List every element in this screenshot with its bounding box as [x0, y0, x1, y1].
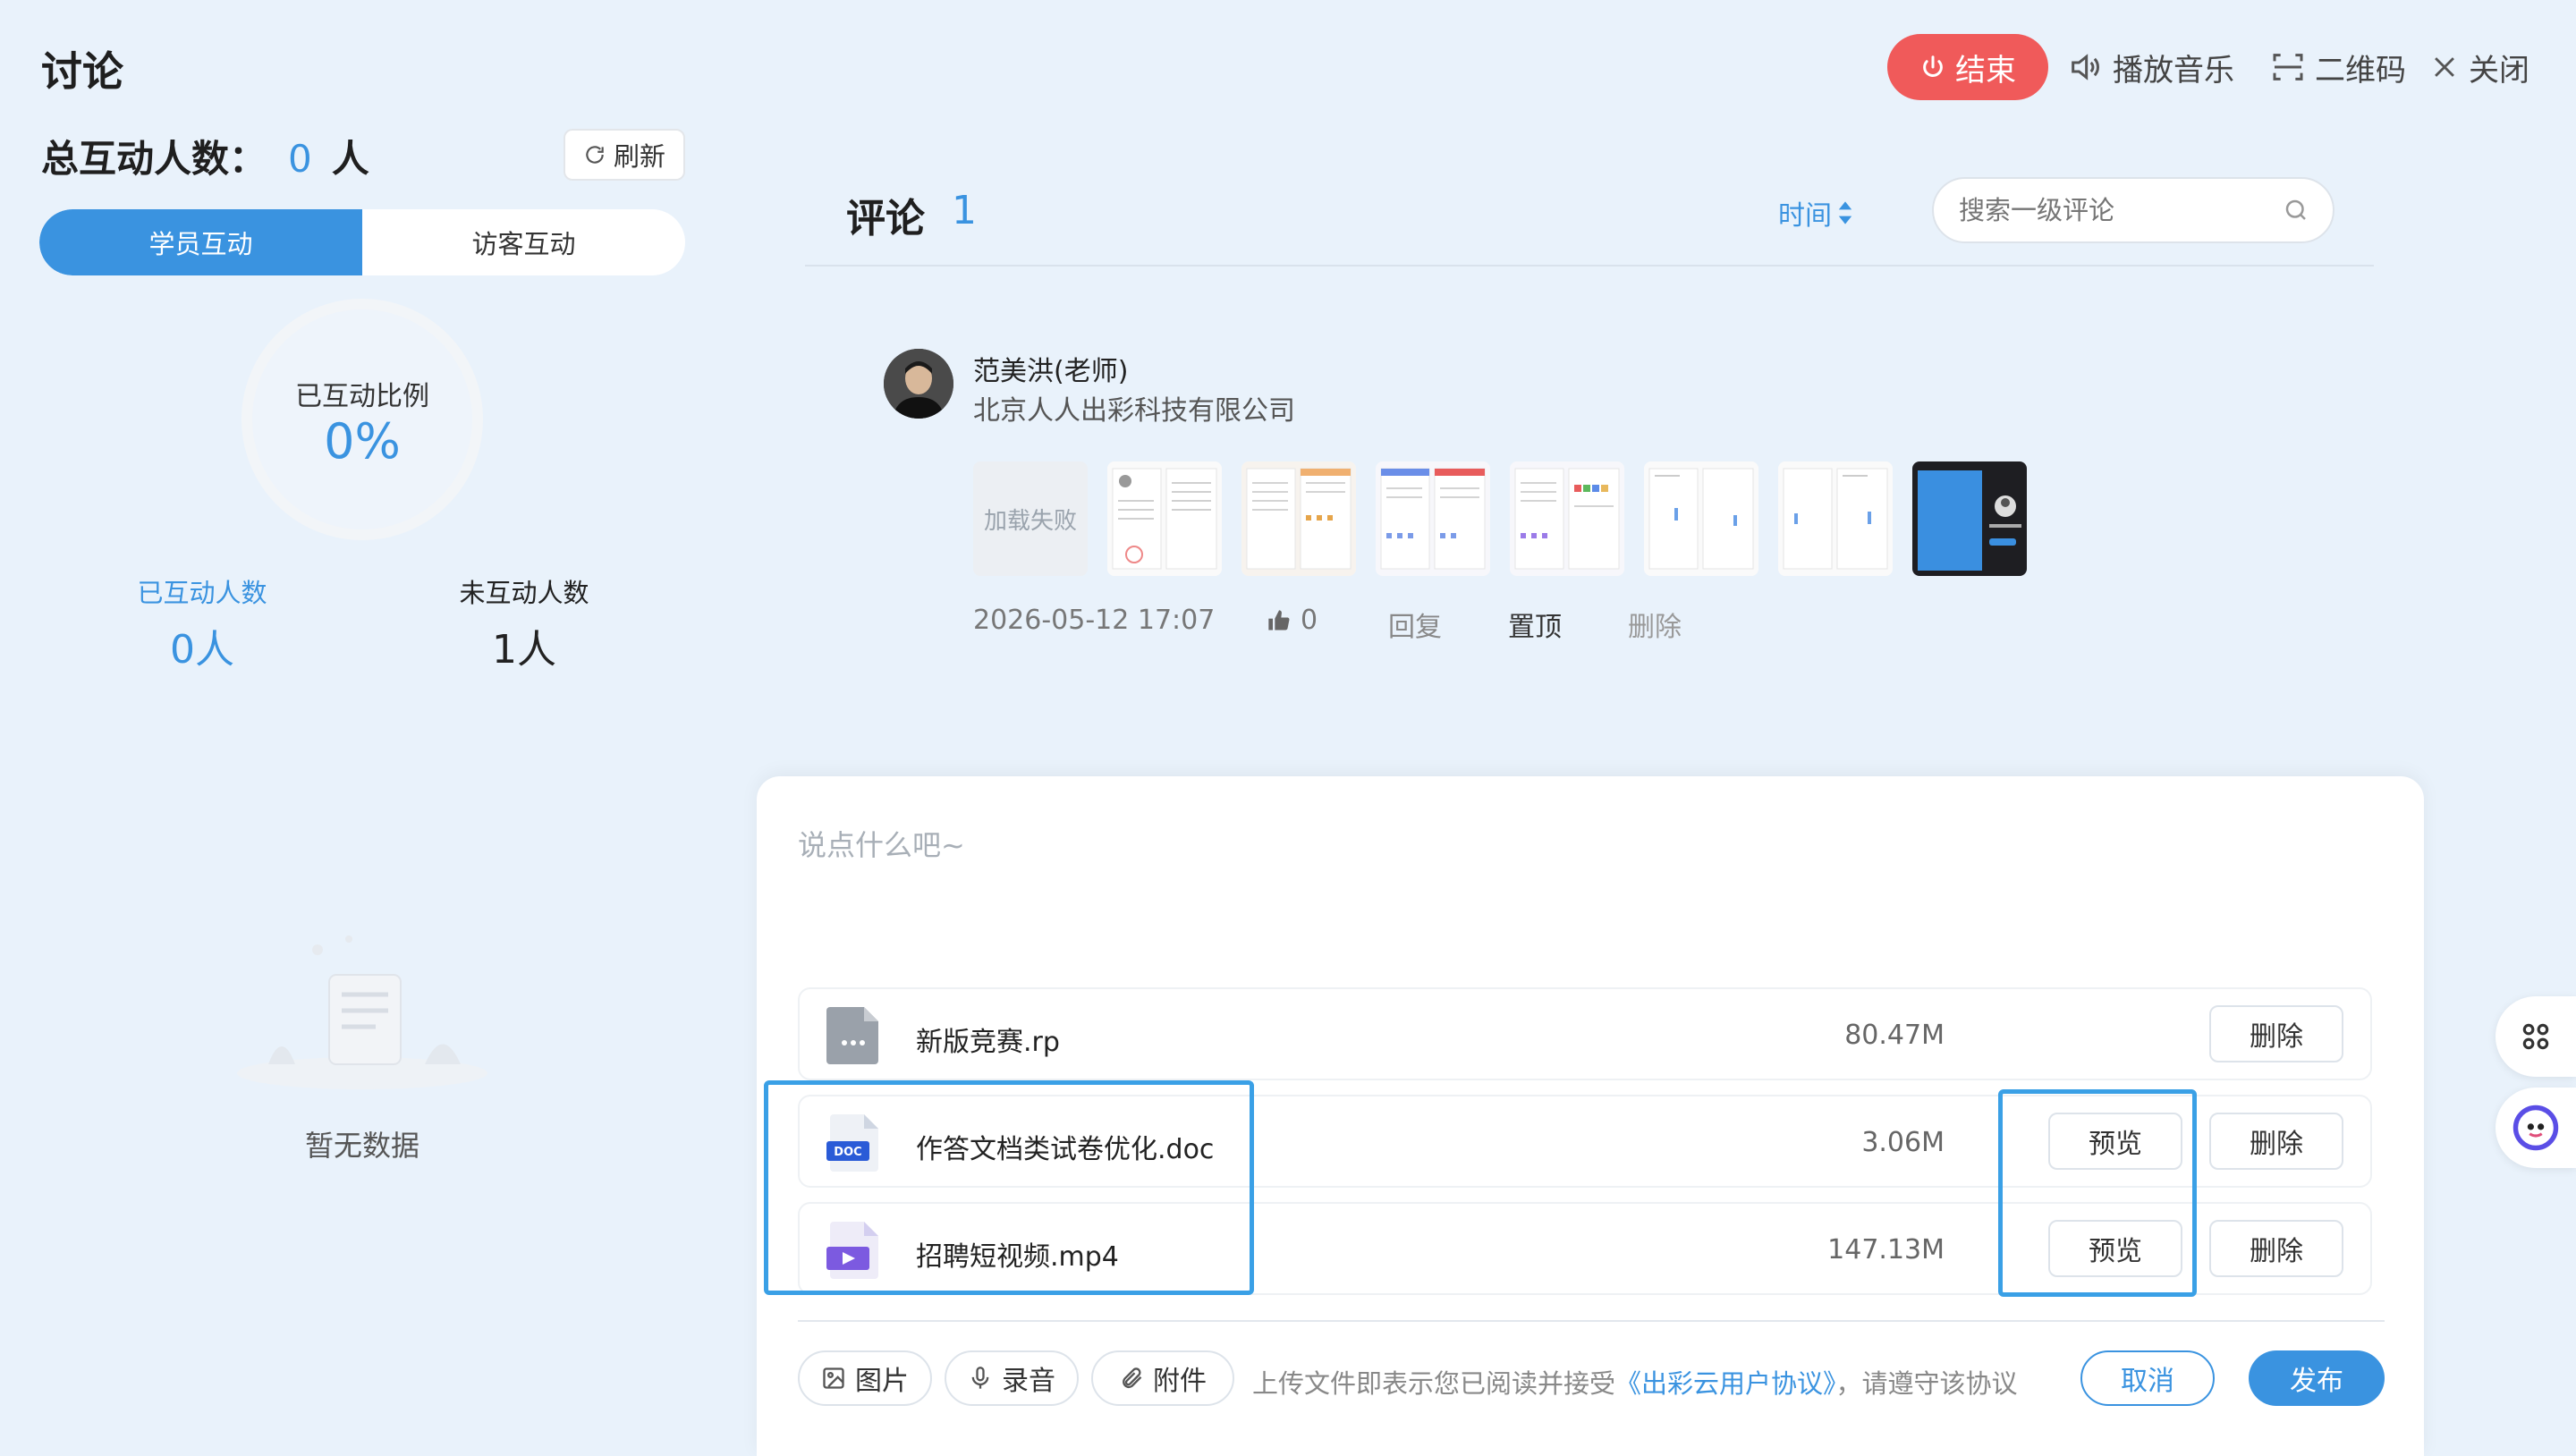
refresh-label: 刷新	[613, 141, 665, 172]
pin-button[interactable]: 置顶	[1508, 605, 1562, 644]
user-agreement-link[interactable]: 《出彩云用户协议》	[1615, 1368, 1836, 1399]
like-button[interactable]: 0	[1267, 605, 1318, 636]
sort-by-time[interactable]: 时间	[1778, 193, 1853, 233]
paperclip-icon	[1123, 1367, 1142, 1389]
comments-title: 评论	[846, 196, 925, 241]
sort-icon	[1838, 201, 1852, 224]
close-button[interactable]: 关闭	[2429, 45, 2529, 89]
delete-attachment-button[interactable]: 删除	[2209, 1005, 2343, 1062]
image-thumbnail[interactable]	[1778, 461, 1893, 576]
record-label: 录音	[1002, 1366, 1055, 1397]
search-input[interactable]	[1957, 194, 2261, 226]
apps-icon	[2522, 1023, 2549, 1050]
microphone-icon	[971, 1367, 989, 1389]
agreement-suffix: ，请遵守该协议	[1835, 1368, 2018, 1399]
refresh-icon	[586, 146, 604, 164]
speaker-icon	[2072, 54, 2099, 80]
end-button[interactable]: 结束	[1887, 34, 2048, 100]
comment-search	[1932, 177, 2334, 243]
image-label: 图片	[855, 1366, 909, 1397]
comment-company: 北京人人出彩科技有限公司	[973, 395, 1295, 427]
play-music-label: 播放音乐	[2113, 52, 2234, 89]
delete-comment-button[interactable]: 删除	[1628, 605, 1682, 644]
rp-file-icon	[826, 1007, 878, 1064]
delete-attachment-button[interactable]: 删除	[2209, 1220, 2343, 1277]
image-icon	[823, 1367, 844, 1389]
ratio-label: 已互动比例	[295, 381, 429, 412]
interacted-value: 0人	[170, 627, 234, 673]
interaction-type-tabs: 学员互动 访客互动	[39, 209, 685, 275]
attach-file-button[interactable]: 附件	[1091, 1350, 1234, 1406]
timestamp-text: 2026-05-12 17:07	[973, 605, 1216, 636]
assistant-bot-icon	[2512, 1105, 2559, 1151]
thumbs-up-icon	[1268, 609, 1290, 630]
empty-data-illustration	[237, 935, 487, 1089]
video-thumbnail[interactable]	[1912, 461, 2027, 576]
ratio-value: 0%	[324, 413, 401, 470]
like-count: 0	[1301, 605, 1318, 636]
empty-data-text: 暂无数据	[304, 1129, 419, 1163]
agreement-prefix: 上传文件即表示您已阅读并接受	[1252, 1368, 1616, 1399]
comment-timestamp: 2026-05-12 17:07	[973, 605, 1215, 636]
total-interactions: 总互动人数： 0 人	[41, 129, 369, 183]
end-label: 结束	[1955, 52, 2016, 89]
image-thumbnail[interactable]	[1107, 461, 1222, 576]
not-interacted-value: 1人	[492, 627, 556, 673]
total-value: 0	[288, 137, 312, 181]
search-icon[interactable]	[2283, 197, 2309, 224]
power-icon	[1923, 55, 1943, 77]
composer-textarea[interactable]: 说点什么吧~	[798, 823, 965, 864]
page-title: 讨论	[41, 47, 123, 96]
composer-divider	[798, 1320, 2385, 1322]
tab-student-interaction[interactable]: 学员互动	[39, 209, 362, 275]
apps-button[interactable]	[2496, 996, 2576, 1077]
qrcode-button[interactable]: 二维码	[2270, 45, 2406, 89]
delete-attachment-button[interactable]: 删除	[2209, 1113, 2343, 1170]
image-thumbnail[interactable]	[1510, 461, 1624, 576]
record-audio-button[interactable]: 录音	[945, 1350, 1079, 1406]
insert-image-button[interactable]: 图片	[798, 1350, 932, 1406]
not-interacted-label: 未互动人数	[459, 578, 589, 608]
sort-label: 时间	[1778, 200, 1832, 232]
refresh-button[interactable]: 刷新	[564, 129, 685, 181]
close-label: 关闭	[2469, 52, 2529, 89]
attachment-name: 新版竞赛.rp	[916, 1027, 1060, 1058]
highlight-file-names	[764, 1080, 1254, 1295]
avatar	[884, 349, 953, 419]
agreement-notice: 上传文件即表示您已阅读并接受《出彩云用户协议》，请遵守该协议	[1252, 1363, 2018, 1401]
image-thumbnail-failed[interactable]: 加载失败	[973, 461, 1088, 576]
total-unit: 人	[331, 137, 369, 181]
comment-author: 范美洪(老师)	[973, 356, 1129, 387]
image-thumbnail[interactable]	[1241, 461, 1356, 576]
reply-button[interactable]: 回复	[1388, 605, 1442, 644]
image-thumbnail[interactable]	[1644, 461, 1758, 576]
comments-count: 1	[952, 188, 977, 233]
image-thumbnail[interactable]	[1376, 461, 1490, 576]
scan-icon	[2273, 54, 2303, 80]
tab-visitor-interaction[interactable]: 访客互动	[362, 209, 685, 275]
qrcode-label: 二维码	[2315, 52, 2406, 89]
failed-thumb-text: 加载失败	[983, 507, 1077, 535]
interacted-label: 已互动人数	[137, 578, 267, 608]
close-icon	[2435, 57, 2454, 77]
play-music-button[interactable]: 播放音乐	[2066, 45, 2234, 89]
cancel-button[interactable]: 取消	[2080, 1350, 2215, 1406]
highlight-preview-buttons	[1998, 1089, 2197, 1297]
attachment-size: 147.13M	[1827, 1234, 1945, 1266]
attachment-row: 新版竞赛.rp 80.47M 删除	[798, 987, 2372, 1080]
publish-button[interactable]: 发布	[2249, 1350, 2385, 1406]
attach-label: 附件	[1153, 1366, 1207, 1397]
total-label: 总互动人数：	[41, 137, 267, 181]
attachment-size: 3.06M	[1861, 1127, 1945, 1158]
assistant-button[interactable]	[2496, 1088, 2576, 1168]
header-divider	[805, 265, 2374, 267]
attachment-size: 80.47M	[1844, 1020, 1945, 1051]
